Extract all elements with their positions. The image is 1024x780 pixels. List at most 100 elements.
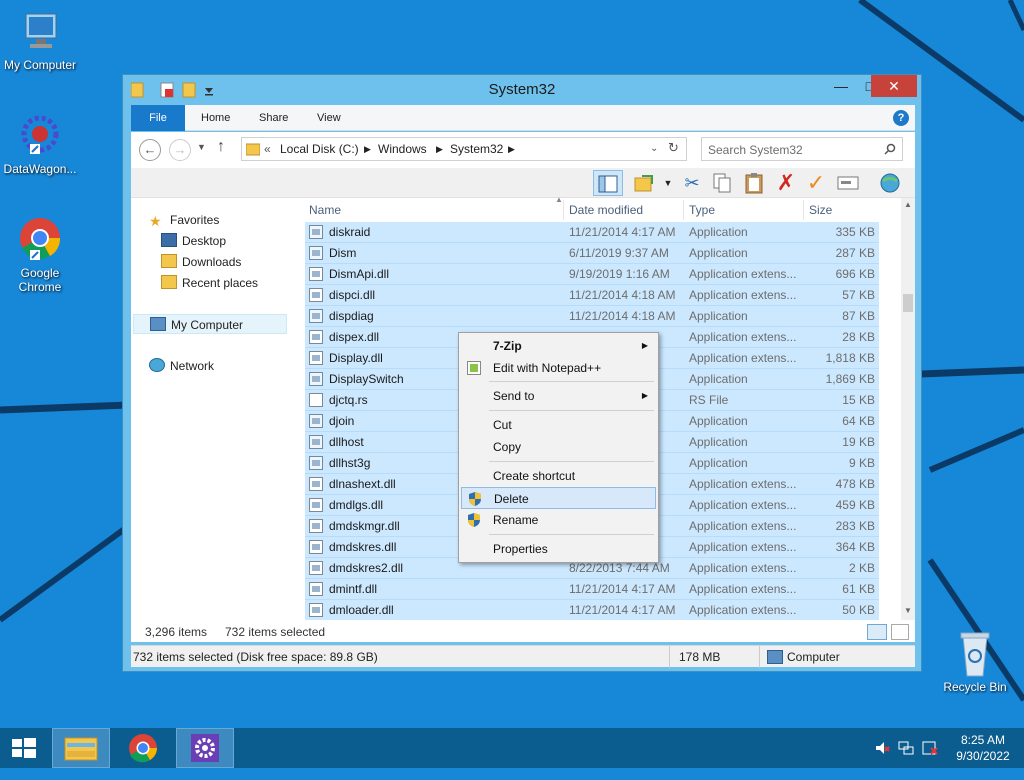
menu-item-edit-notepadpp[interactable]: Edit with Notepad++	[461, 357, 656, 379]
item-count: 3,296 items	[145, 625, 208, 639]
gear-icon	[191, 734, 219, 762]
nav-desktop[interactable]: Desktop	[161, 231, 226, 251]
breadcrumb-system32[interactable]: System32	[450, 142, 503, 156]
file-name: dispex.dll	[329, 330, 380, 344]
chevron-down-icon[interactable]: ⌄	[650, 143, 658, 154]
menu-item-cut[interactable]: Cut	[461, 414, 656, 436]
file-type: Application	[689, 246, 748, 260]
preview-pane-icon[interactable]	[593, 170, 623, 196]
table-row[interactable]: diskraid 11/21/2014 4:17 AM Application 335…	[305, 222, 879, 243]
folder-options-icon[interactable]	[631, 170, 657, 196]
paste-icon[interactable]	[741, 170, 767, 196]
large-icons-view-icon[interactable]	[891, 624, 909, 640]
column-header-type[interactable]: Type	[689, 203, 715, 217]
file-date: 11/21/2014 4:17 AM	[569, 582, 676, 596]
tab-file[interactable]: File	[131, 105, 185, 131]
desktop-icon-datawagon[interactable]: DataWagon...	[0, 112, 80, 176]
search-box[interactable]: Search System32	[701, 137, 903, 161]
refresh-icon[interactable]: ↻	[668, 140, 679, 156]
desktop-icon-my-computer[interactable]: My Computer	[0, 8, 80, 72]
cut-icon[interactable]: ✂	[679, 170, 705, 196]
breadcrumb-overflow[interactable]: «	[264, 142, 271, 156]
menu-item-create-shortcut[interactable]: Create shortcut	[461, 465, 656, 487]
dll-file-icon	[309, 267, 323, 281]
vertical-scrollbar[interactable]: ▲ ▼	[901, 198, 915, 620]
nav-network[interactable]: Network	[149, 356, 214, 376]
table-row[interactable]: dispdiag 11/21/2014 4:18 AM Application 87 …	[305, 306, 879, 327]
table-row[interactable]: dmintf.dll 11/21/2014 4:17 AM Application …	[305, 579, 879, 600]
table-row[interactable]: dmloader.dll 11/21/2014 4:17 AM Applicatio…	[305, 600, 879, 621]
application-icon	[309, 309, 323, 323]
search-icon	[884, 143, 896, 155]
menu-item-rename[interactable]: Rename	[461, 509, 656, 531]
tab-home[interactable]: Home	[187, 105, 244, 131]
help-button[interactable]: ?	[893, 110, 909, 126]
table-row[interactable]: dispci.dll 11/21/2014 4:18 AM Application …	[305, 285, 879, 306]
minimize-button[interactable]: —	[827, 75, 855, 97]
close-button[interactable]: ✕	[871, 75, 917, 97]
table-row[interactable]: Dism 6/11/2019 9:37 AM Application 287 KB	[305, 243, 879, 264]
copy-icon[interactable]	[709, 170, 735, 196]
column-divider[interactable]	[563, 200, 564, 220]
taskbar-file-explorer[interactable]	[52, 728, 110, 768]
desktop-icon-recycle-bin[interactable]: Recycle Bin	[935, 630, 1015, 694]
nav-downloads[interactable]: Downloads	[161, 252, 241, 272]
column-header-name[interactable]: Name	[309, 203, 341, 217]
volume-muted-icon[interactable]	[874, 740, 890, 780]
tab-share[interactable]: Share	[245, 105, 302, 131]
back-button[interactable]: ←	[139, 139, 161, 161]
file-type: Application extens...	[689, 603, 797, 617]
menu-item-delete[interactable]: Delete	[461, 487, 656, 509]
breadcrumb-separator-icon[interactable]: ▶	[364, 144, 371, 155]
recent-locations-icon[interactable]: ▼	[197, 142, 206, 152]
action-center-icon[interactable]	[922, 740, 938, 780]
network-icon[interactable]	[898, 740, 914, 780]
forward-button[interactable]: →	[169, 139, 191, 161]
nav-favorites[interactable]: ★ Favorites	[149, 210, 219, 230]
file-type: Application extens...	[689, 477, 797, 491]
breadcrumb-separator-icon[interactable]: ▶	[436, 144, 443, 155]
details-view-icon[interactable]	[867, 624, 887, 640]
title-bar[interactable]: System32 — □ ✕	[123, 75, 921, 105]
table-row[interactable]: DismApi.dll 9/19/2019 1:16 AM Application …	[305, 264, 879, 285]
scrollbar-thumb[interactable]	[903, 294, 913, 312]
column-header-size[interactable]: Size	[809, 203, 832, 217]
search-input[interactable]: Search System32	[708, 143, 803, 157]
delete-icon[interactable]: ✗	[773, 170, 799, 196]
clock[interactable]: 8:25 AM 9/30/2022	[948, 728, 1018, 768]
status-location: Computer	[787, 650, 840, 664]
checkmark-icon[interactable]: ✓	[803, 170, 829, 196]
breadcrumb-windows[interactable]: Windows	[378, 142, 427, 156]
nav-recent-places[interactable]: Recent places	[161, 273, 258, 293]
menu-item-properties[interactable]: Properties	[461, 538, 656, 560]
tab-view[interactable]: View	[303, 105, 355, 131]
application-icon	[309, 372, 323, 386]
file-size: 57 KB	[842, 288, 875, 302]
breadcrumb-separator-icon[interactable]: ▶	[508, 144, 515, 155]
chevron-down-icon[interactable]: ▼	[655, 170, 681, 196]
up-button[interactable]: ↑	[217, 138, 225, 156]
address-bar[interactable]: « Local Disk (C:) ▶ Windows ▶ System32 ▶…	[241, 137, 687, 161]
file-size: 364 KB	[835, 540, 875, 554]
nav-my-computer[interactable]: My Computer	[133, 314, 287, 334]
scroll-up-icon[interactable]: ▲	[904, 200, 912, 209]
column-divider[interactable]	[803, 200, 804, 220]
menu-item-send-to[interactable]: Send to ▶	[461, 385, 656, 407]
menu-item-copy[interactable]: Copy	[461, 436, 656, 458]
scroll-down-icon[interactable]: ▼	[904, 606, 912, 615]
column-divider[interactable]	[683, 200, 684, 220]
menu-item-7zip[interactable]: 7-Zip ▶	[461, 335, 656, 357]
column-header-date[interactable]: Date modified	[569, 203, 643, 217]
globe-icon[interactable]	[877, 170, 903, 196]
taskbar-chrome[interactable]	[114, 728, 172, 768]
rename-icon[interactable]	[835, 170, 861, 196]
status-bar: 732 items selected (Disk free space: 89.…	[131, 645, 915, 668]
desktop-icon-google-chrome[interactable]: Google Chrome	[0, 216, 80, 294]
file-size: 61 KB	[842, 582, 875, 596]
taskbar-settings[interactable]	[176, 728, 234, 768]
computer-icon	[767, 650, 783, 664]
start-button[interactable]	[0, 728, 48, 768]
file-type: Application	[689, 309, 748, 323]
folder-icon	[246, 143, 260, 156]
breadcrumb-local-disk[interactable]: Local Disk (C:)	[280, 142, 359, 156]
